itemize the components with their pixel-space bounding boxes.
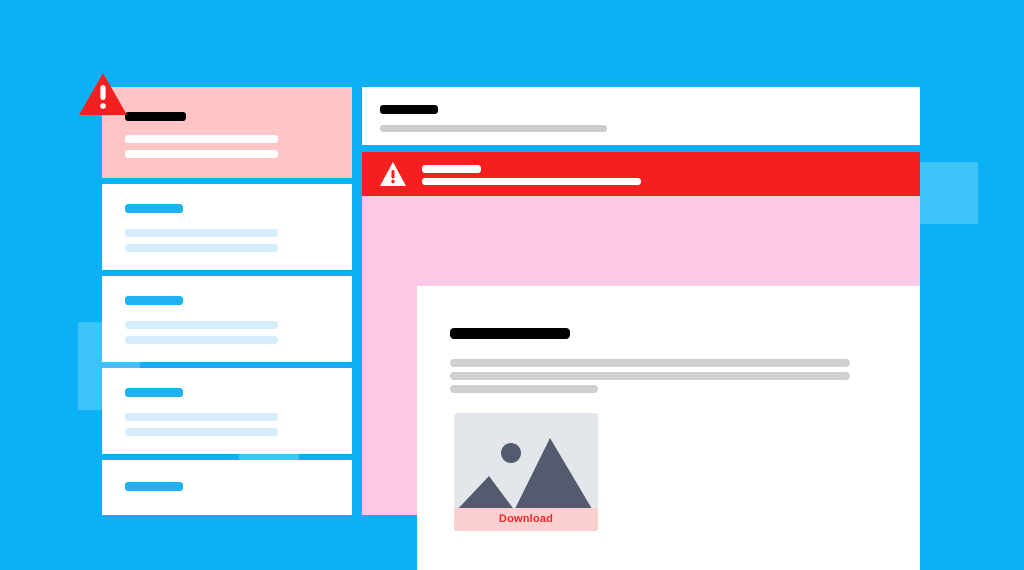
- list-item[interactable]: [102, 368, 352, 454]
- list-item-title: [125, 296, 183, 305]
- notification-sidebar: [102, 87, 352, 515]
- list-item-text-line: [125, 336, 278, 344]
- broken-image-placeholder[interactable]: Download: [454, 413, 598, 531]
- list-item-text-line: [125, 244, 278, 252]
- page-title: [380, 105, 438, 114]
- panel-header: [362, 87, 920, 145]
- list-item[interactable]: [102, 87, 352, 178]
- error-message-line: [422, 165, 481, 173]
- document-page: Download: [417, 286, 920, 570]
- page-subtitle: [380, 125, 607, 132]
- list-item-title: [125, 482, 183, 491]
- error-banner[interactable]: [362, 152, 920, 196]
- list-item-text-line: [125, 229, 278, 237]
- document-text-line: [450, 372, 850, 380]
- deco-square-right: [916, 162, 978, 224]
- list-item-title: [125, 388, 183, 397]
- document-text-line: [450, 385, 598, 393]
- list-item-text-line: [125, 135, 278, 143]
- list-item-text-line: [125, 321, 278, 329]
- error-message-line: [422, 178, 641, 185]
- list-item-text-line: [125, 413, 278, 421]
- list-item-text-line: [125, 428, 278, 436]
- main-panel: Download: [362, 87, 920, 570]
- warning-triangle-icon: [379, 161, 407, 187]
- document-frame: Download: [362, 196, 920, 570]
- list-item[interactable]: [102, 276, 352, 362]
- list-item-title: [125, 204, 183, 213]
- list-item[interactable]: [102, 460, 352, 515]
- download-button-label: Download: [498, 513, 554, 525]
- list-item-title: [125, 112, 186, 121]
- download-button[interactable]: Download: [454, 508, 598, 531]
- illustration-canvas: Download: [0, 0, 1024, 570]
- list-item[interactable]: [102, 184, 352, 270]
- list-item-text-line: [125, 150, 278, 158]
- document-text-line: [450, 359, 850, 367]
- document-heading: [450, 328, 570, 339]
- warning-triangle-icon: [78, 72, 128, 116]
